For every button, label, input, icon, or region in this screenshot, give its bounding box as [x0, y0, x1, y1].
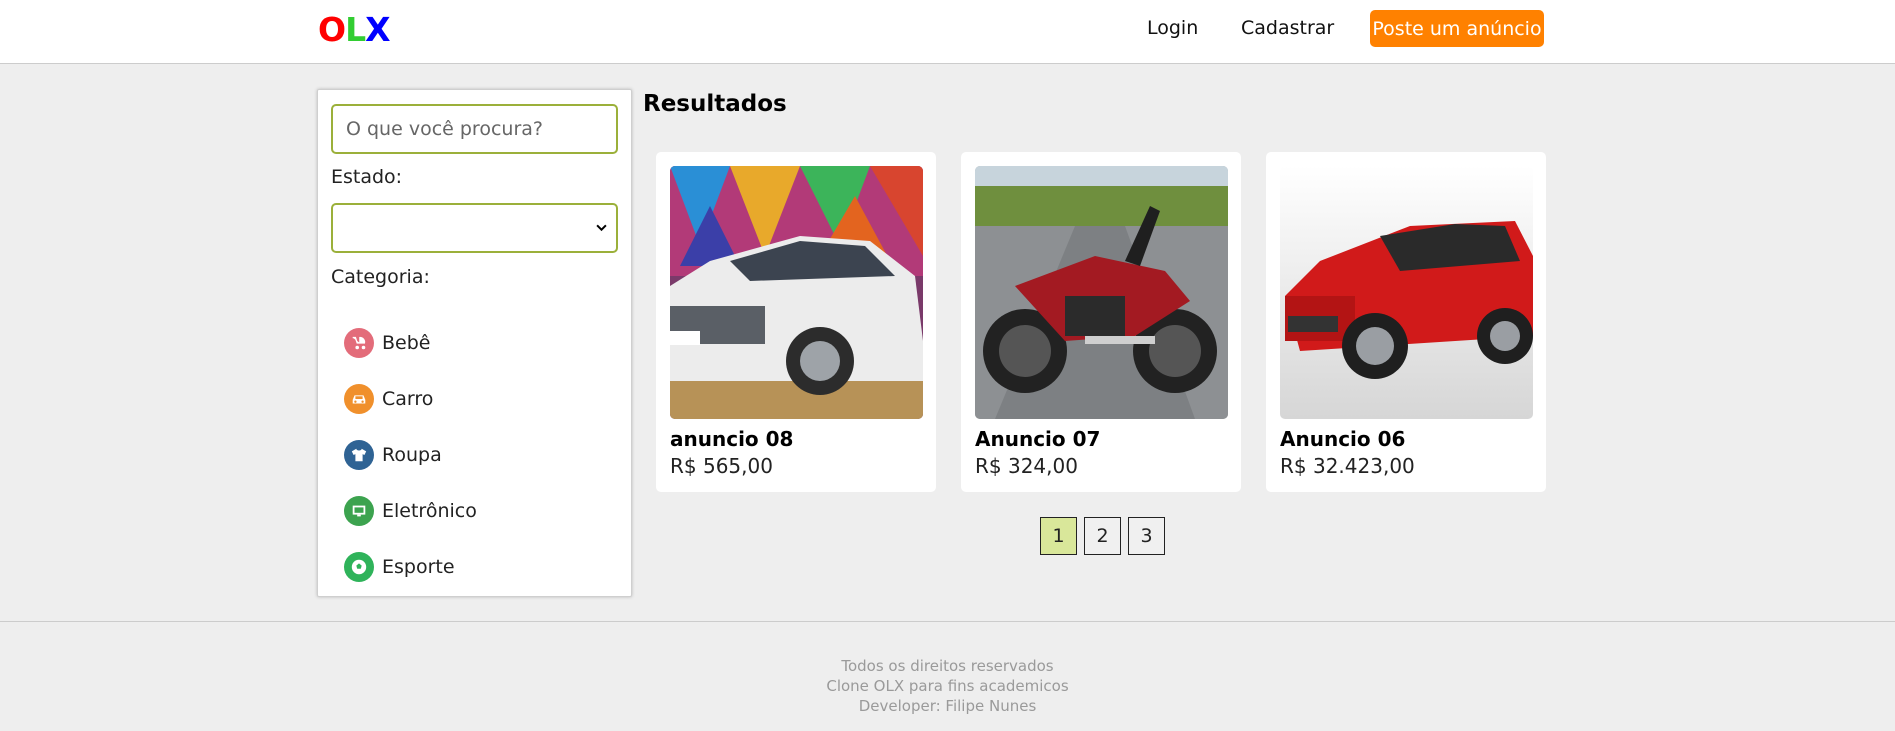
post-ad-button[interactable]: Poste um anúncio	[1370, 10, 1544, 47]
category-label-roupa: Roupa	[382, 444, 442, 466]
category-label-bebe: Bebê	[382, 332, 431, 354]
shirt-icon	[344, 440, 374, 470]
page-button-1[interactable]: 1	[1040, 517, 1077, 555]
footer-rights: Todos os direitos reservados	[841, 657, 1054, 675]
page-footer: Todos os direitos reservados Clone OLX p…	[0, 621, 1895, 731]
search-input[interactable]	[331, 104, 618, 154]
ad-image[interactable]	[670, 166, 923, 419]
olx-logo[interactable]: OLX	[318, 10, 391, 50]
filter-sidebar: Estado: Categoria: Bebê Carro Roupa	[317, 89, 632, 597]
category-item-eletronico[interactable]: Eletrônico	[344, 483, 477, 539]
page-button-2[interactable]: 2	[1084, 517, 1121, 555]
category-label-carro: Carro	[382, 388, 434, 410]
category-item-roupa[interactable]: Roupa	[344, 427, 477, 483]
logo-letter-x: X	[365, 10, 390, 49]
ad-price: R$ 32.423,00	[1280, 454, 1415, 478]
category-label-esporte: Esporte	[382, 556, 455, 578]
ad-card[interactable]: Anuncio 07 R$ 324,00	[961, 152, 1241, 492]
baby-stroller-icon	[344, 328, 374, 358]
category-list: Bebê Carro Roupa Eletrônico Esporte	[344, 315, 477, 595]
car-icon	[344, 384, 374, 414]
login-link[interactable]: Login	[1147, 0, 1198, 56]
category-item-bebe[interactable]: Bebê	[344, 315, 477, 371]
page-button-3[interactable]: 3	[1128, 517, 1165, 555]
chevron-down-icon	[596, 224, 607, 232]
state-label: Estado:	[331, 166, 403, 188]
category-item-carro[interactable]: Carro	[344, 371, 477, 427]
ad-image[interactable]	[1280, 166, 1533, 419]
ad-title[interactable]: anuncio 08	[670, 427, 793, 451]
ad-title[interactable]: Anuncio 07	[975, 427, 1100, 451]
ad-card[interactable]: anuncio 08 R$ 565,00	[656, 152, 936, 492]
footer-developer: Developer: Filipe Nunes	[858, 697, 1037, 715]
logo-letter-l: L	[345, 10, 366, 49]
category-label-eletronico: Eletrônico	[382, 500, 477, 522]
monitor-icon	[344, 496, 374, 526]
category-label: Categoria:	[331, 266, 430, 288]
ad-title[interactable]: Anuncio 06	[1280, 427, 1405, 451]
ad-image[interactable]	[975, 166, 1228, 419]
state-select[interactable]	[331, 203, 618, 253]
logo-letter-o: O	[318, 10, 346, 49]
ad-card[interactable]: Anuncio 06 R$ 32.423,00	[1266, 152, 1546, 492]
soccer-ball-icon	[344, 552, 374, 582]
signup-link[interactable]: Cadastrar	[1241, 0, 1334, 56]
ad-price: R$ 324,00	[975, 454, 1078, 478]
results-title: Resultados	[643, 91, 787, 117]
category-item-esporte[interactable]: Esporte	[344, 539, 477, 595]
top-header: OLX Login Cadastrar Poste um anúncio	[0, 0, 1895, 64]
ad-price: R$ 565,00	[670, 454, 773, 478]
footer-clone-note: Clone OLX para fins academicos	[826, 677, 1069, 695]
